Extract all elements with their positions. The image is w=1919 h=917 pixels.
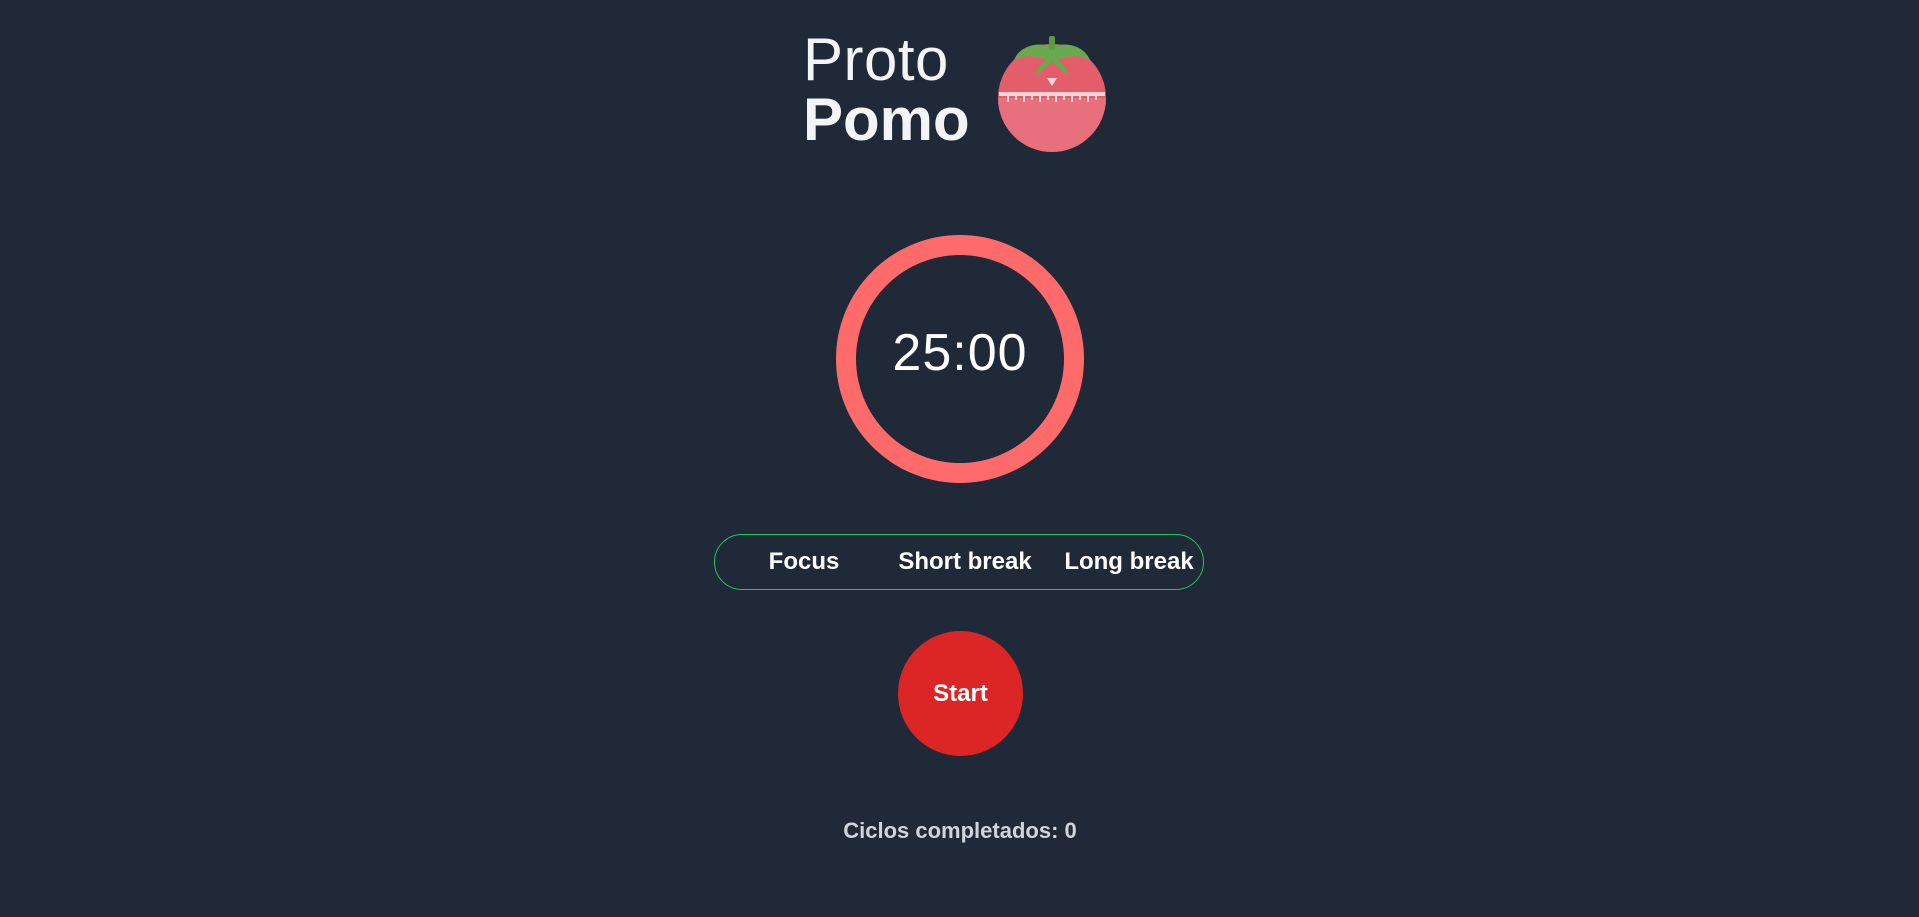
mode-selector: Focus Short break Long break: [714, 534, 1204, 590]
app-header: Proto Pomo: [803, 28, 1108, 152]
mode-short-break-button[interactable]: Short break: [865, 535, 1065, 588]
mode-focus-button[interactable]: Focus: [729, 535, 879, 588]
cycles-completed-counter: Ciclos completados: 0: [843, 818, 1077, 843]
title-bold: Pomo: [803, 86, 970, 153]
app-root: Proto Pomo 25:00 Focus Short break Long …: [0, 0, 1919, 917]
start-button[interactable]: Start: [898, 631, 1023, 756]
title-light: Proto: [803, 26, 949, 93]
mode-long-break-button[interactable]: Long break: [1049, 535, 1209, 588]
app-title: Proto Pomo: [803, 30, 970, 150]
timer-display: 25:00: [892, 324, 1028, 382]
tomato-timer-icon: [997, 36, 1106, 152]
